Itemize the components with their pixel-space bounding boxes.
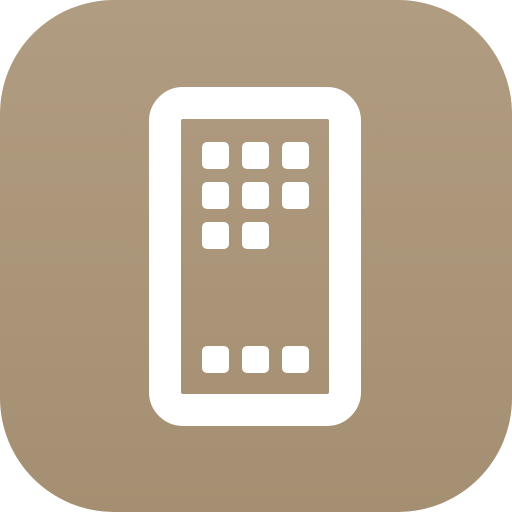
app-tile-icon	[202, 142, 229, 169]
app-icon-background	[0, 0, 512, 512]
phone-icon	[149, 87, 361, 426]
dock-tile-icon	[202, 346, 229, 373]
app-tile-icon	[282, 182, 309, 209]
app-tile-icon	[202, 182, 229, 209]
phone-screen	[181, 119, 329, 394]
app-tile-icon	[242, 222, 269, 249]
dock-tile-icon	[282, 346, 309, 373]
dock-tile-icon	[242, 346, 269, 373]
app-tile-icon	[242, 142, 269, 169]
app-tile-icon	[242, 182, 269, 209]
app-tile-icon	[282, 142, 309, 169]
app-tile-icon	[202, 222, 229, 249]
